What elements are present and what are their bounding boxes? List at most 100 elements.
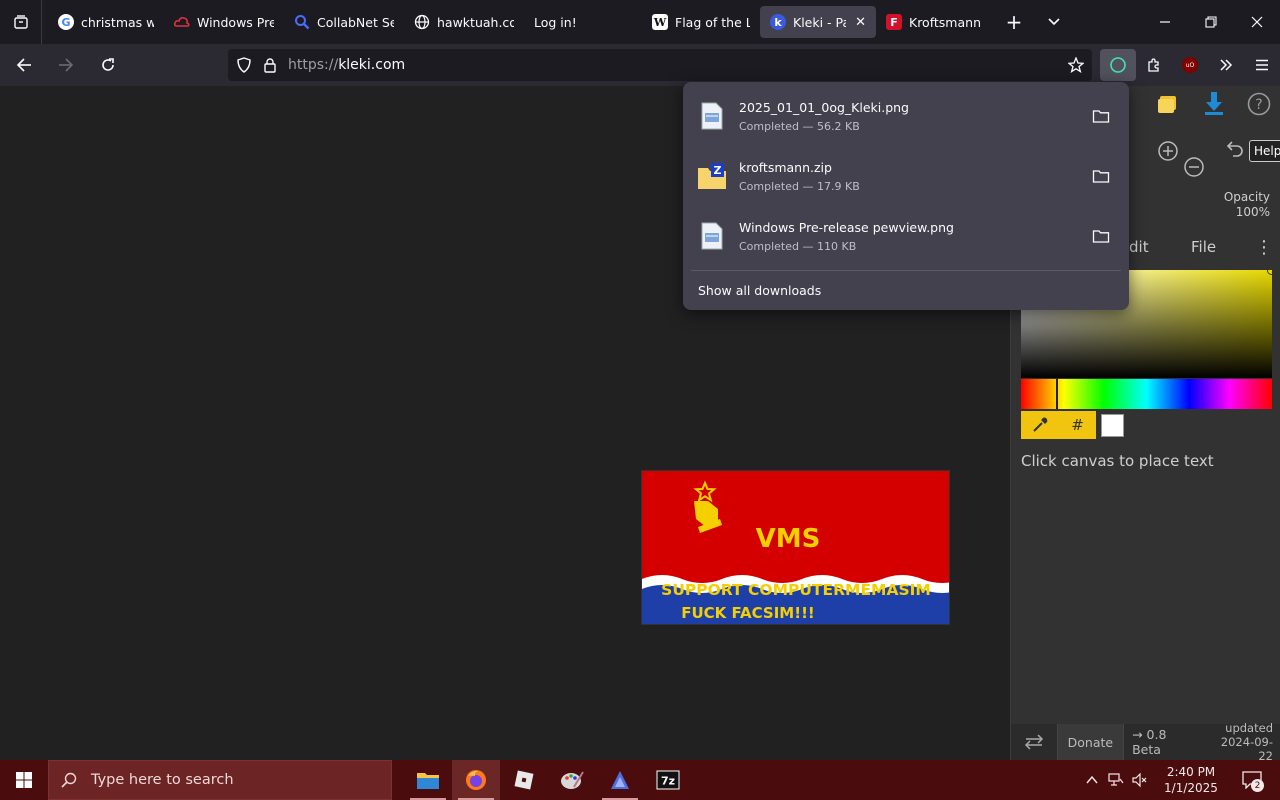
search-placeholder: Type here to search	[91, 772, 234, 788]
taskbar-file-explorer[interactable]	[404, 760, 452, 800]
svg-text:7z: 7z	[661, 775, 675, 788]
extensions-button[interactable]	[1136, 49, 1172, 81]
tab-file[interactable]: File	[1191, 238, 1216, 256]
download-filename: Windows Pre-release pewview.png	[739, 219, 954, 235]
download-item[interactable]: Z kroftsmann.zip Completed — 17.9 KB	[691, 146, 1121, 206]
layers-icon[interactable]	[1156, 92, 1182, 114]
folder-icon	[1092, 230, 1110, 243]
clock[interactable]: 2:40 PM 1/1/2025	[1152, 764, 1230, 796]
clock-date: 1/1/2025	[1164, 781, 1218, 795]
new-tab-button[interactable]: +	[994, 0, 1034, 44]
url-text[interactable]: https://kleki.com	[288, 57, 405, 73]
taskbar-roblox[interactable]	[500, 760, 548, 800]
windows-logo-icon	[16, 772, 32, 788]
list-all-tabs-button[interactable]	[0, 0, 42, 44]
action-center-button[interactable]: 2	[1230, 760, 1274, 800]
shield-icon[interactable]	[236, 57, 252, 73]
tab-christmas-wallpaper[interactable]: G christmas wall	[48, 6, 164, 38]
help-tooltip: Help	[1249, 140, 1280, 162]
address-bar[interactable]: https://kleki.com	[228, 49, 1092, 81]
show-in-folder-button[interactable]	[1087, 102, 1115, 130]
tab-windows-pre-release[interactable]: Windows Pre-r	[164, 6, 284, 38]
undo-icon[interactable]	[1223, 140, 1245, 166]
reload-button[interactable]	[90, 49, 126, 81]
taskbar-paint[interactable]	[548, 760, 596, 800]
taskbar-search-box[interactable]: Type here to search	[48, 760, 392, 800]
show-hidden-icons-button[interactable]	[1080, 760, 1104, 800]
zoom-out-icon[interactable]	[1183, 156, 1205, 182]
image-file-icon	[697, 220, 727, 252]
navigation-toolbar: https://kleki.com uO	[0, 44, 1280, 86]
globe-icon	[414, 14, 430, 30]
version-link[interactable]: → 0.8 Beta	[1124, 727, 1207, 757]
back-button[interactable]	[6, 49, 42, 81]
close-icon	[1251, 16, 1263, 28]
volume-button[interactable]	[1128, 760, 1152, 800]
eyedropper-button[interactable]	[1021, 411, 1059, 439]
updated-date: 2024-09-22	[1220, 735, 1273, 763]
plus-icon: +	[1005, 10, 1023, 34]
paint-palette-icon	[561, 771, 584, 789]
tab-collabnet-search[interactable]: CollabNet Sear	[284, 6, 404, 38]
tab-edit[interactable]: dit	[1129, 238, 1149, 256]
more-vertical-icon[interactable]: ⋮	[1255, 237, 1273, 258]
close-window-button[interactable]	[1234, 0, 1280, 44]
taskbar-app-a[interactable]	[596, 760, 644, 800]
secondary-color-swatch[interactable]	[1101, 414, 1124, 437]
opacity-control[interactable]: Opacity 100%	[1224, 190, 1270, 220]
tab-log-in[interactable]: Log in!	[524, 6, 642, 38]
flag-line1-text: SUPPORT COMPUTERMEMASIM	[661, 581, 931, 599]
show-all-downloads-button[interactable]: Show all downloads	[691, 271, 1121, 309]
network-button[interactable]	[1104, 760, 1128, 800]
restore-button[interactable]	[1188, 0, 1234, 44]
panel-footer: Donate → 0.8 Beta updated 2024-09-22	[1011, 721, 1280, 763]
download-item[interactable]: Windows Pre-release pewview.png Complete…	[691, 206, 1121, 266]
zoom-in-icon[interactable]	[1157, 140, 1179, 166]
lock-icon[interactable]	[262, 57, 278, 73]
taskbar-7zip[interactable]: 7z	[644, 760, 692, 800]
show-in-folder-button[interactable]	[1087, 162, 1115, 190]
color-picker-handle[interactable]	[1267, 266, 1276, 275]
app-menu-button[interactable]	[1244, 49, 1280, 81]
donate-button[interactable]: Donate	[1056, 724, 1125, 760]
tab-title: Kleki - Paint	[793, 14, 846, 30]
download-status: Completed — 17.9 KB	[739, 179, 860, 193]
download-complete-icon	[1110, 57, 1126, 73]
hue-slider-handle[interactable]	[1056, 379, 1058, 409]
help-icon[interactable]: ?	[1247, 92, 1271, 116]
downloads-button[interactable]	[1100, 49, 1136, 81]
reload-icon	[102, 58, 114, 71]
file-explorer-icon	[417, 773, 439, 789]
text-tool-hint: Click canvas to place text	[1021, 452, 1214, 470]
tab-hawktuah[interactable]: hawktuah.com	[404, 6, 524, 38]
ublock-icon: uO	[1182, 57, 1198, 73]
a-app-icon	[611, 771, 629, 789]
tab-kroftsmann[interactable]: F Kroftsmann Fo	[876, 6, 994, 38]
canvas-image-flag[interactable]: VMS SUPPORT COMPUTERMEMASIM FUCK FACSIM!…	[641, 470, 950, 625]
taskbar-firefox[interactable]	[452, 760, 500, 800]
opacity-value: 100%	[1235, 205, 1270, 219]
download-item[interactable]: 2025_01_01_0og_Kleki.png Completed — 56.…	[691, 86, 1121, 146]
network-icon	[1108, 773, 1124, 786]
tab-flag-of-the-latvia[interactable]: W Flag of the Lat	[642, 6, 760, 38]
start-button[interactable]	[0, 760, 48, 800]
forward-button[interactable]	[48, 49, 84, 81]
hue-slider[interactable]	[1021, 379, 1272, 409]
search-icon	[294, 14, 310, 30]
swap-icon[interactable]	[1011, 734, 1057, 750]
image-file-icon	[697, 100, 727, 132]
minimize-button[interactable]	[1142, 0, 1188, 44]
hex-input-button[interactable]: #	[1059, 411, 1096, 439]
downloads-panel: 2025_01_01_0og_Kleki.png Completed — 56.…	[683, 82, 1129, 310]
tab-overflow-button[interactable]	[1034, 0, 1074, 44]
search-icon	[61, 772, 77, 788]
show-in-folder-button[interactable]	[1087, 222, 1115, 250]
more-tools-button[interactable]	[1208, 49, 1244, 81]
puzzle-icon	[1148, 58, 1159, 72]
bookmark-star-button[interactable]	[1058, 49, 1094, 81]
ublock-button[interactable]: uO	[1172, 49, 1208, 81]
download-arrow-icon[interactable]	[1201, 90, 1227, 116]
flag-artwork: VMS SUPPORT COMPUTERMEMASIM FUCK FACSIM!…	[642, 471, 949, 624]
close-tab-icon[interactable]: ✕	[855, 15, 866, 30]
tab-kleki-paint[interactable]: k Kleki - Paint ✕	[760, 6, 876, 38]
